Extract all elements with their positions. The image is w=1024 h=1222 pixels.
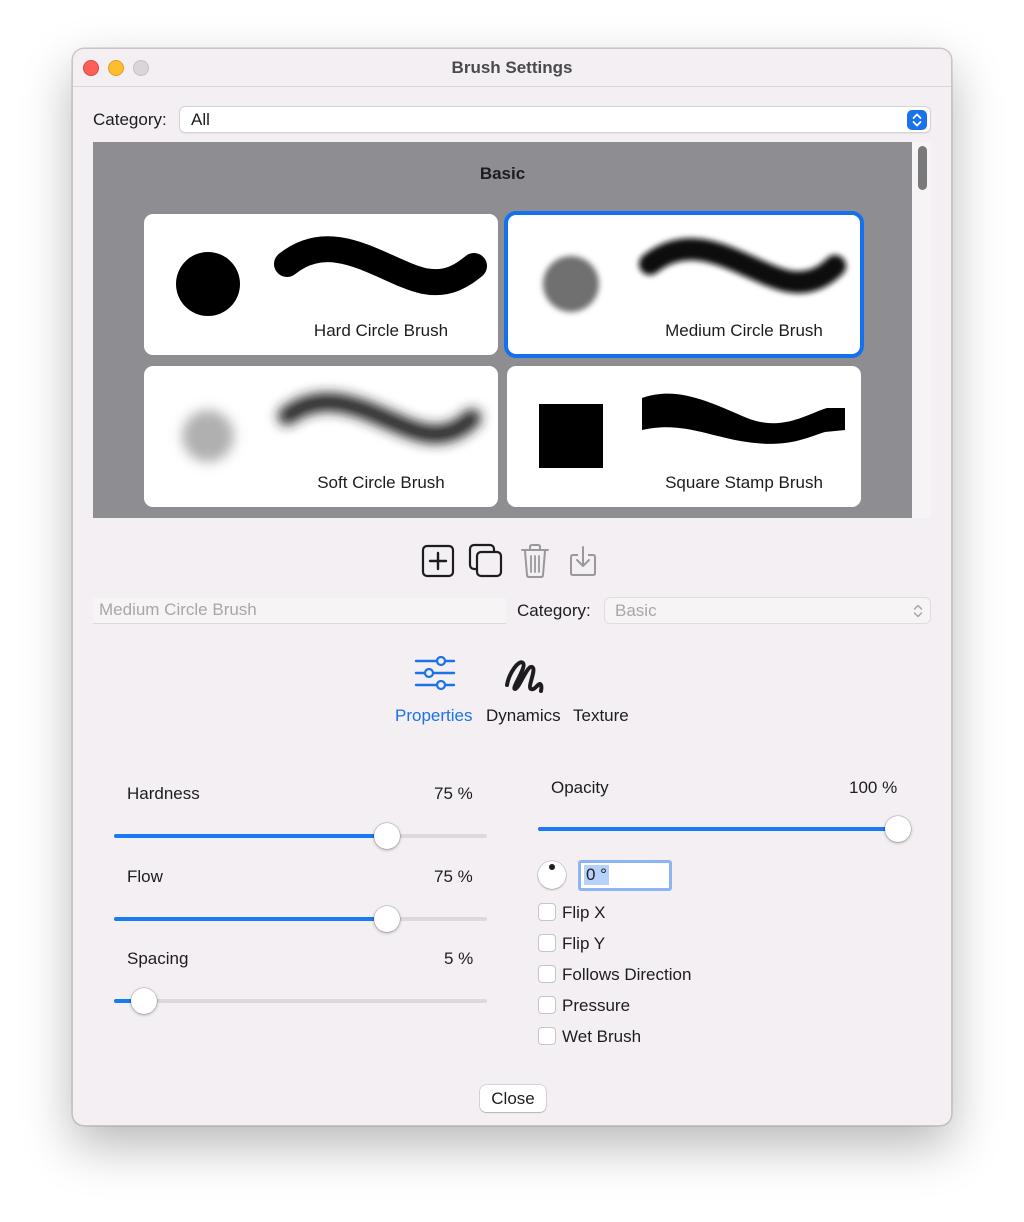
select-stepper-icon: [907, 110, 927, 130]
brush-card-medium-circle[interactable]: Medium Circle Brush: [504, 211, 864, 358]
flip-x-label[interactable]: Flip X: [562, 903, 605, 923]
brush-card-soft-circle[interactable]: Soft Circle Brush: [144, 366, 498, 507]
hardness-slider[interactable]: [114, 834, 487, 838]
flip-y-label[interactable]: Flip Y: [562, 934, 605, 954]
gallery-scrollbar-thumb[interactable]: [918, 146, 927, 190]
flip-x-checkbox[interactable]: [538, 903, 556, 921]
brush-name: Medium Circle Brush: [665, 321, 823, 340]
angle-input-value: 0 °: [584, 865, 609, 885]
follows-direction-label[interactable]: Follows Direction: [562, 965, 691, 985]
angle-input[interactable]: 0 °: [578, 860, 672, 891]
wet-brush-checkbox[interactable]: [538, 1027, 556, 1045]
category-filter-select[interactable]: All: [179, 106, 931, 133]
brush-name: Square Stamp Brush: [665, 473, 823, 492]
gallery-section-title: Basic: [479, 164, 526, 183]
chevron-updown-icon: [913, 604, 923, 618]
brush-category-label: Category:: [517, 601, 591, 620]
brush-card-square-stamp[interactable]: Square Stamp Brush: [507, 366, 861, 507]
pressure-label[interactable]: Pressure: [562, 996, 630, 1016]
angle-dial-indicator: [549, 864, 555, 870]
gallery-scrollbar[interactable]: [912, 142, 931, 518]
hardness-value: 75 %: [434, 784, 473, 803]
trash-icon[interactable]: [519, 543, 551, 579]
brush-card-hard-circle[interactable]: Hard Circle Brush: [144, 214, 498, 355]
tab-texture[interactable]: Texture: [573, 706, 629, 726]
brush-gallery[interactable]: Basic Hard Circle Brush Medium Circle Br…: [93, 142, 931, 518]
hardness-slider-knob[interactable]: [374, 823, 400, 849]
flow-slider-knob[interactable]: [374, 906, 400, 932]
brush-settings-window: Brush Settings Category: All Basic Hard …: [72, 48, 952, 1126]
opacity-slider[interactable]: [538, 827, 911, 831]
opacity-value: 100 %: [849, 778, 898, 797]
spacing-slider[interactable]: [114, 999, 487, 1003]
spacing-slider-knob[interactable]: [131, 988, 157, 1014]
tab-properties[interactable]: Properties: [395, 706, 472, 726]
opacity-label: Opacity: [551, 778, 609, 797]
import-icon[interactable]: [569, 545, 597, 577]
category-filter-label: Category:: [93, 110, 167, 129]
opacity-slider-knob[interactable]: [885, 816, 911, 842]
flip-y-checkbox[interactable]: [538, 934, 556, 952]
duplicate-icon[interactable]: [468, 543, 504, 579]
flow-slider[interactable]: [114, 917, 487, 921]
hardness-label: Hardness: [127, 784, 200, 803]
follows-direction-checkbox[interactable]: [538, 965, 556, 983]
spacing-value: 5 %: [444, 949, 474, 968]
close-button[interactable]: Close: [480, 1085, 546, 1112]
spacing-label: Spacing: [127, 949, 189, 968]
angle-dial[interactable]: [538, 861, 566, 889]
tab-dynamics[interactable]: Dynamics: [486, 706, 561, 726]
brush-category-value: Basic: [615, 601, 657, 620]
flow-value: 75 %: [434, 867, 473, 886]
title-bar: Brush Settings: [73, 49, 951, 87]
brush-name: Hard Circle Brush: [313, 321, 449, 340]
wet-brush-label[interactable]: Wet Brush: [562, 1027, 641, 1047]
flow-slider-fill: [114, 917, 388, 921]
window-title: Brush Settings: [451, 58, 573, 77]
opacity-slider-fill: [538, 827, 898, 831]
hardness-slider-fill: [114, 834, 388, 838]
category-filter-value: All: [191, 110, 210, 129]
sliders-icon[interactable]: [414, 656, 456, 692]
scribble-icon[interactable]: [503, 655, 547, 695]
brush-name-field[interactable]: Medium Circle Brush: [93, 598, 506, 624]
add-icon[interactable]: [421, 544, 455, 578]
flow-label: Flow: [127, 867, 163, 886]
brush-category-select[interactable]: Basic: [604, 597, 931, 624]
pressure-checkbox[interactable]: [538, 996, 556, 1014]
brush-name: Soft Circle Brush: [317, 473, 445, 492]
